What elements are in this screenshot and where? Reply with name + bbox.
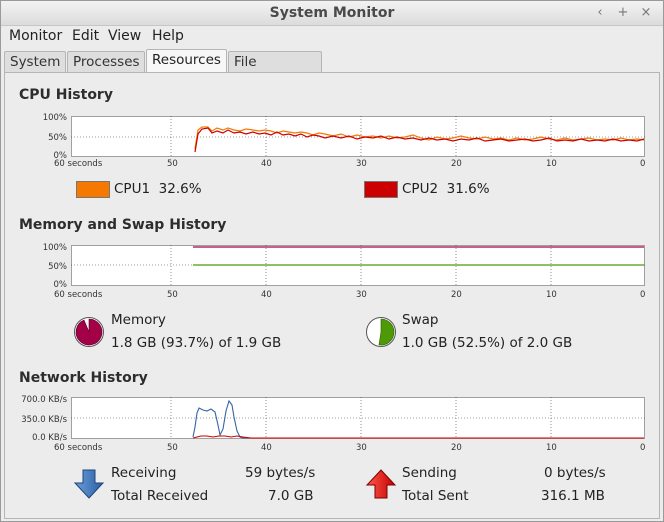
total-received-value: 7.0 GB (268, 488, 314, 504)
cpu-xtick-20: 20 (451, 159, 462, 169)
cpu-history-title: CPU History (19, 87, 113, 103)
total-sent-label: Total Sent (402, 488, 469, 504)
swap-pie-icon[interactable] (365, 316, 397, 348)
memory-history-graph (71, 245, 645, 286)
cpu1-color-swatch[interactable] (76, 181, 110, 198)
sending-label: Sending (402, 465, 457, 481)
mem-xtick-60: 60 seconds (54, 290, 103, 300)
close-icon[interactable]: × (637, 4, 655, 22)
net-ytick-0: 0.0 KB/s (32, 433, 67, 443)
total-received-label: Total Received (111, 488, 209, 504)
tab-processes[interactable]: Processes (67, 51, 145, 73)
cpu-xtick-40: 40 (261, 159, 272, 169)
menu-bar: Monitor Edit View Help (1, 26, 663, 48)
cpu-xtick-0: 0 (640, 159, 646, 169)
net-ytick-350: 350.0 KB/s (21, 415, 67, 425)
net-ytick-700: 700.0 KB/s (21, 395, 67, 405)
mem-xtick-50: 50 (167, 290, 178, 300)
cpu-ytick-100: 100% (42, 113, 67, 123)
mem-xtick-30: 30 (356, 290, 367, 300)
receiving-value: 59 bytes/s (245, 465, 316, 481)
menu-help[interactable]: Help (152, 28, 184, 44)
swap-detail: 1.0 GB (52.5%) of 2.0 GB (402, 335, 573, 351)
cpu-xtick-30: 30 (356, 159, 367, 169)
tab-file-systems[interactable]: File Systems (228, 51, 322, 86)
net-xtick-20: 20 (451, 443, 462, 453)
network-history-title: Network History (19, 370, 148, 386)
mem-xtick-0: 0 (640, 290, 646, 300)
total-sent-value: 316.1 MB (541, 488, 605, 504)
sending-value: 0 bytes/s (544, 465, 606, 481)
mem-ytick-50: 50% (48, 262, 67, 272)
memory-history-title: Memory and Swap History (19, 217, 227, 233)
swap-label: Swap (402, 312, 439, 328)
net-xtick-10: 10 (546, 443, 557, 453)
cpu1-label: CPU1 32.6% (114, 181, 202, 197)
tab-resources[interactable]: Resources (146, 49, 227, 73)
menu-view[interactable]: View (108, 28, 141, 44)
title-bar[interactable]: System Monitor ‹ + × (1, 1, 663, 26)
receiving-arrow-icon[interactable] (73, 468, 105, 500)
mem-xtick-20: 20 (451, 290, 462, 300)
net-xtick-50: 50 (167, 443, 178, 453)
net-xtick-40: 40 (261, 443, 272, 453)
mem-xtick-10: 10 (546, 290, 557, 300)
mem-ytick-100: 100% (42, 243, 67, 253)
menu-edit[interactable]: Edit (72, 28, 99, 44)
minimize-icon[interactable]: ‹ (591, 4, 609, 22)
net-xtick-60: 60 seconds (54, 443, 103, 453)
cpu-xtick-60: 60 seconds (54, 159, 103, 169)
cpu2-color-swatch[interactable] (364, 181, 398, 198)
mem-xtick-40: 40 (261, 290, 272, 300)
tab-system[interactable]: System (4, 51, 66, 73)
network-history-graph (71, 397, 645, 439)
window-title: System Monitor (269, 5, 395, 21)
memory-label: Memory (111, 312, 166, 328)
cpu2-label: CPU2 31.6% (402, 181, 490, 197)
net-xtick-30: 30 (356, 443, 367, 453)
memory-pie-icon[interactable] (73, 316, 105, 348)
cpu-xtick-10: 10 (546, 159, 557, 169)
memory-detail: 1.8 GB (93.7%) of 1.9 GB (111, 335, 282, 351)
net-xtick-0: 0 (640, 443, 646, 453)
menu-monitor[interactable]: Monitor (9, 28, 62, 44)
tab-bar: System Processes Resources File Systems (4, 49, 660, 86)
cpu-xtick-50: 50 (167, 159, 178, 169)
mem-ytick-0: 0% (53, 280, 68, 290)
cpu-ytick-50: 50% (48, 133, 67, 143)
cpu-history-graph (71, 116, 645, 157)
sending-arrow-icon[interactable] (365, 468, 397, 500)
receiving-label: Receiving (111, 465, 177, 481)
maximize-icon[interactable]: + (614, 4, 632, 22)
resources-panel: CPU History 100% 50% 0% 60 seconds 50 40… (4, 72, 660, 519)
system-monitor-window: System Monitor ‹ + × Monitor Edit View H… (0, 0, 664, 522)
